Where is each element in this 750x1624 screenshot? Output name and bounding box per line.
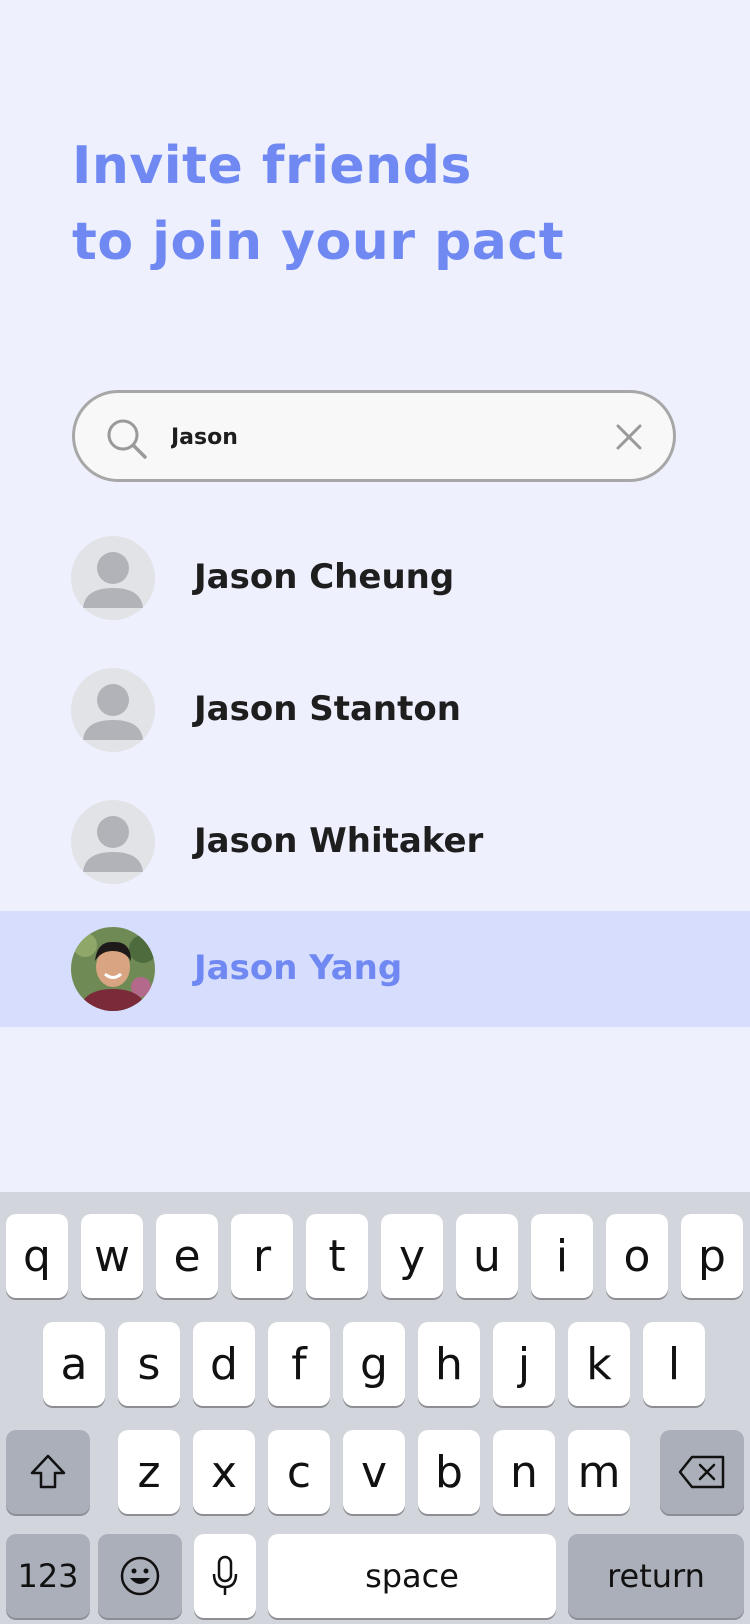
avatar-placeholder xyxy=(71,800,155,884)
key-i[interactable]: i xyxy=(531,1214,593,1298)
contact-name: Jason Whitaker xyxy=(194,821,484,861)
backspace-key[interactable] xyxy=(660,1430,744,1514)
key-s[interactable]: s xyxy=(118,1322,180,1406)
key-f[interactable]: f xyxy=(268,1322,330,1406)
dictation-key[interactable] xyxy=(194,1534,256,1618)
title-line-2: to join your pact xyxy=(72,212,565,272)
key-o[interactable]: o xyxy=(606,1214,668,1298)
contact-row-selected[interactable]: Jason Yang xyxy=(0,911,750,1027)
key-h[interactable]: h xyxy=(418,1322,480,1406)
shift-icon xyxy=(30,1454,66,1489)
contact-name: Jason Stanton xyxy=(194,689,461,729)
key-p[interactable]: p xyxy=(681,1214,743,1298)
return-key[interactable]: return xyxy=(568,1534,744,1618)
search-bar[interactable] xyxy=(72,390,676,482)
contact-row[interactable]: Jason Stanton xyxy=(0,652,750,768)
key-j[interactable]: j xyxy=(493,1322,555,1406)
microphone-icon xyxy=(212,1555,238,1595)
key-d[interactable]: d xyxy=(193,1322,255,1406)
key-z[interactable]: z xyxy=(118,1430,180,1514)
avatar-photo xyxy=(71,927,155,1011)
key-n[interactable]: n xyxy=(493,1430,555,1514)
contact-name: Jason Yang xyxy=(194,948,403,988)
person-icon xyxy=(83,552,143,608)
person-icon xyxy=(83,684,143,740)
key-k[interactable]: k xyxy=(568,1322,630,1406)
key-c[interactable]: c xyxy=(268,1430,330,1514)
contact-row[interactable]: Jason Whitaker xyxy=(0,784,750,900)
key-t[interactable]: t xyxy=(306,1214,368,1298)
key-v[interactable]: v xyxy=(343,1430,405,1514)
title-line-1: Invite friends xyxy=(72,136,472,196)
key-r[interactable]: r xyxy=(231,1214,293,1298)
space-key[interactable]: space xyxy=(268,1534,556,1618)
key-b[interactable]: b xyxy=(418,1430,480,1514)
backspace-icon xyxy=(678,1455,725,1489)
key-g[interactable]: g xyxy=(343,1322,405,1406)
contact-row[interactable]: Jason Cheung xyxy=(0,520,750,636)
avatar-placeholder xyxy=(71,536,155,620)
contact-name: Jason Cheung xyxy=(194,557,455,597)
avatar-placeholder xyxy=(71,668,155,752)
person-icon xyxy=(83,816,143,872)
numbers-key[interactable]: 123 xyxy=(6,1534,90,1618)
key-w[interactable]: w xyxy=(81,1214,143,1298)
key-y[interactable]: y xyxy=(381,1214,443,1298)
key-l[interactable]: l xyxy=(643,1322,705,1406)
emoji-icon xyxy=(120,1556,160,1596)
key-a[interactable]: a xyxy=(43,1322,105,1406)
profile-photo xyxy=(71,927,155,1011)
close-icon[interactable] xyxy=(615,423,643,451)
keyboard: qwertyuiop asdfghjkl zxcvbnm 123 space r… xyxy=(0,1192,750,1624)
key-u[interactable]: u xyxy=(456,1214,518,1298)
search-input[interactable] xyxy=(171,413,571,461)
page-title: Invite friends to join your pact xyxy=(72,128,564,280)
key-x[interactable]: x xyxy=(193,1430,255,1514)
key-m[interactable]: m xyxy=(568,1430,630,1514)
key-e[interactable]: e xyxy=(156,1214,218,1298)
search-icon xyxy=(107,419,147,459)
key-q[interactable]: q xyxy=(6,1214,68,1298)
emoji-key[interactable] xyxy=(98,1534,182,1618)
shift-key[interactable] xyxy=(6,1430,90,1514)
